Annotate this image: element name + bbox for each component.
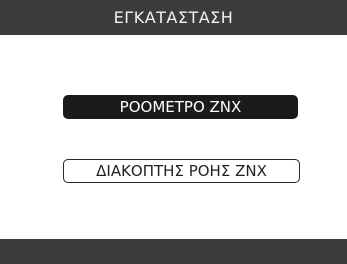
header-bar: ΕΓΚΑΤΑΣΤΑΣΗ: [0, 0, 347, 35]
menu-item-label: ΔΙΑΚΟΠΤΗΣ ΡΟΗΣ ZNX: [96, 161, 267, 180]
menu-item-label: ΡΟΟΜΕΤΡΟ ZNX: [119, 97, 242, 116]
menu-item-flowmeter-znx[interactable]: ΡΟΟΜΕΤΡΟ ZNX: [63, 95, 298, 119]
installation-screen: ΕΓΚΑΤΑΣΤΑΣΗ ΡΟΟΜΕΤΡΟ ZNX ΔΙΑΚΟΠΤΗΣ ΡΟΗΣ …: [0, 0, 347, 264]
installation-menu: ΡΟΟΜΕΤΡΟ ZNX ΔΙΑΚΟΠΤΗΣ ΡΟΗΣ ZNX: [0, 35, 347, 239]
page-title: ΕΓΚΑΤΑΣΤΑΣΗ: [113, 8, 234, 27]
footer-bar: [0, 239, 347, 264]
menu-item-flow-switch-znx[interactable]: ΔΙΑΚΟΠΤΗΣ ΡΟΗΣ ZNX: [63, 159, 300, 183]
